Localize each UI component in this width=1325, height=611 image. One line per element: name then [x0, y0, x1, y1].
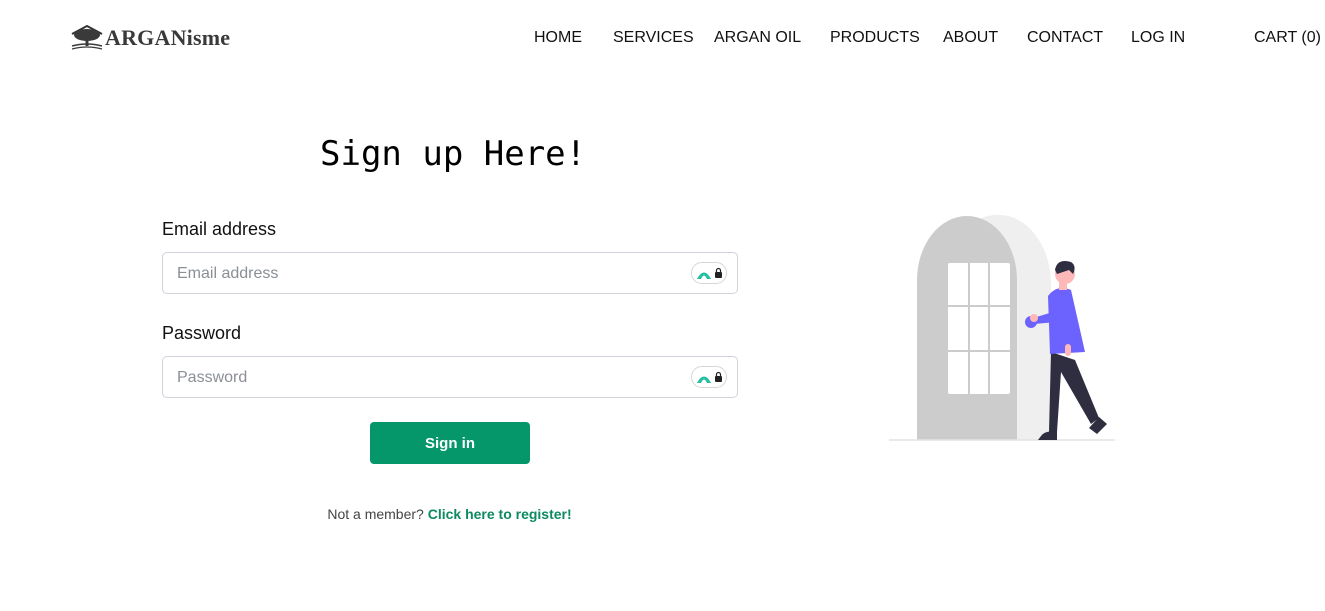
password-manager-lock-icon — [697, 267, 722, 279]
password-field-wrapper — [162, 356, 738, 399]
password-input[interactable] — [175, 357, 679, 399]
password-manager-badge[interactable] — [691, 366, 727, 388]
nav-cart[interactable]: CART (0) — [1254, 29, 1321, 47]
brand-name: ARGANisme — [105, 25, 231, 50]
brand-logo[interactable]: ARGANisme — [70, 24, 230, 52]
nav-products[interactable]: PRODUCTS — [830, 29, 920, 47]
password-label: Password — [162, 323, 242, 343]
nav-contact[interactable]: CONTACT — [1027, 29, 1103, 47]
nav-services[interactable]: SERVICES — [613, 29, 694, 47]
argan-tree-logo-icon — [71, 24, 103, 50]
register-link[interactable]: Click here to register! — [428, 506, 572, 522]
nav-argan-oil[interactable]: ARGAN OIL — [714, 29, 801, 47]
nav-home[interactable]: HOME — [534, 29, 582, 47]
nav-about[interactable]: ABOUT — [943, 29, 998, 47]
register-prompt: Not a member? Click here to register! — [0, 506, 899, 522]
nav-log-in[interactable]: LOG IN — [1131, 29, 1185, 47]
person-entering-door-illustration — [889, 214, 1115, 441]
email-input[interactable] — [175, 253, 679, 295]
email-field-wrapper — [162, 252, 738, 295]
password-manager-lock-icon — [697, 371, 722, 383]
page-title: Sign up Here! — [320, 134, 587, 174]
email-label: Email address — [162, 219, 277, 239]
register-prompt-text: Not a member? — [327, 506, 424, 522]
sign-in-button[interactable]: Sign in — [370, 422, 530, 464]
password-manager-badge[interactable] — [691, 262, 727, 284]
